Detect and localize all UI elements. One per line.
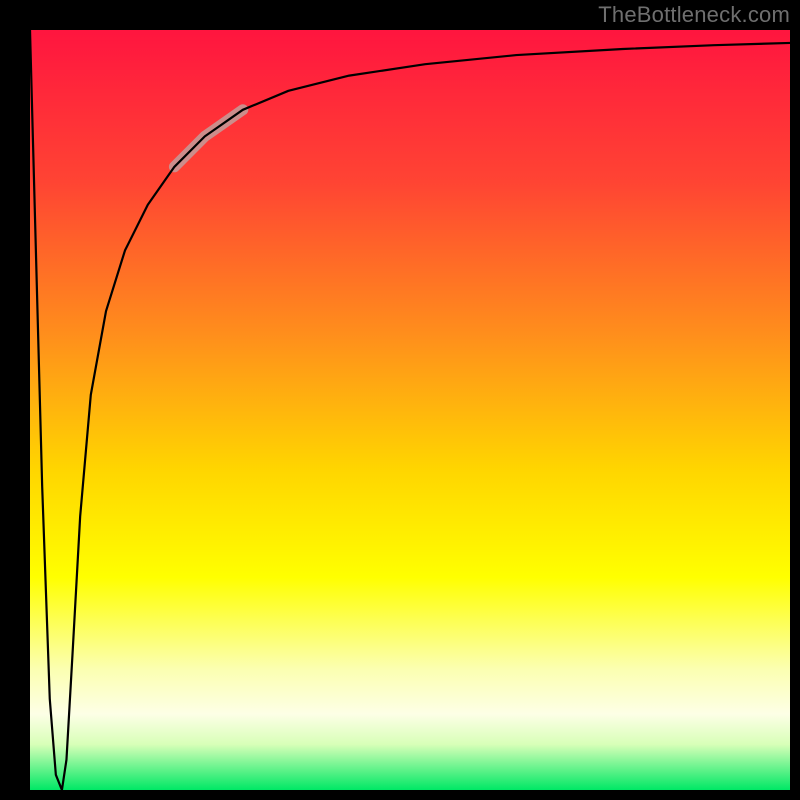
bottleneck-chart — [0, 0, 800, 800]
watermark-text: TheBottleneck.com — [598, 2, 790, 28]
plot-area — [30, 30, 790, 790]
